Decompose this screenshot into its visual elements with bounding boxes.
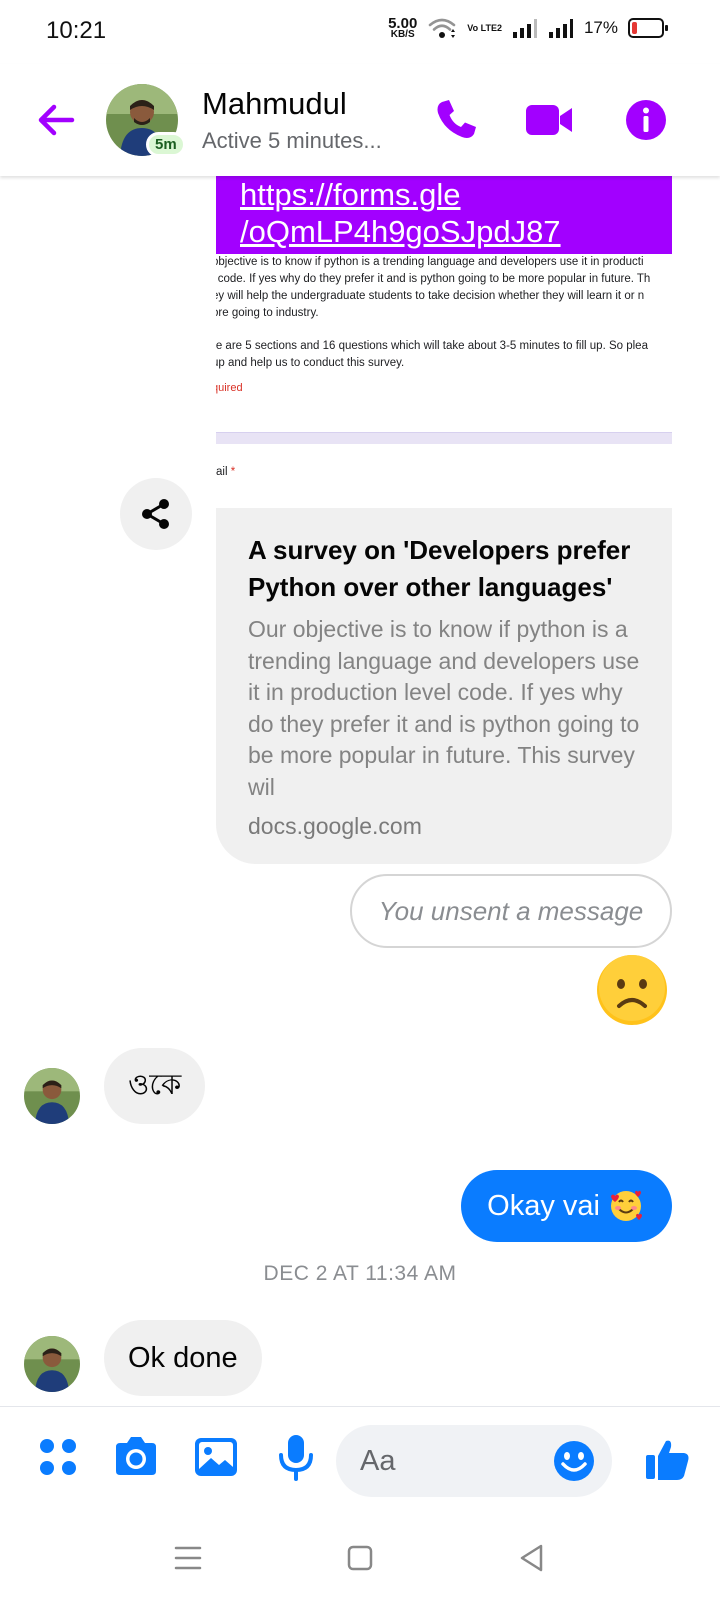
message-timestamp: DEC 2 AT 11:34 AM: [263, 1262, 457, 1285]
link-preview-domain: docs.google.com: [248, 813, 422, 839]
home-icon: [347, 1545, 373, 1571]
outgoing-message-text: Okay vai: [487, 1189, 600, 1222]
contact-name[interactable]: Mahmudul: [202, 86, 347, 122]
like-button[interactable]: [644, 1435, 692, 1483]
sad-face-emoji-icon: [597, 955, 667, 1025]
preview-line: ore going to industry.: [216, 307, 319, 319]
emoji-button[interactable]: [552, 1439, 596, 1483]
signal-icon-sim2: [548, 19, 573, 38]
message-composer: [0, 1406, 720, 1514]
active-status: Active 5 minutes...: [202, 128, 382, 153]
battery-fill: [632, 22, 637, 34]
preview-line: l code. If yes why do they prefer it and…: [216, 273, 651, 285]
avatar-photo: [24, 1336, 80, 1392]
share-button[interactable]: [120, 478, 192, 550]
preview-required-label: quired: [216, 382, 243, 394]
preview-divider: [216, 432, 672, 444]
info-icon: [626, 100, 666, 140]
status-time: 10:21: [46, 17, 107, 44]
network-speed-value: 5.00: [388, 14, 418, 32]
thumbs-up-icon: [646, 1440, 689, 1480]
microphone-icon: [279, 1435, 313, 1481]
more-actions-button[interactable]: [32, 1431, 84, 1483]
active-time-badge: 5m: [146, 132, 186, 157]
link-preview-card[interactable]: A survey on 'Developers prefer Python ov…: [216, 508, 672, 864]
home-button[interactable]: [338, 1536, 382, 1580]
link-preview-description: Our objective is to know if python is a …: [248, 616, 640, 800]
emoji-icon: [554, 1441, 594, 1481]
volte-label: Vo LTE2: [467, 22, 502, 33]
preview-line: objective is to know if python is a tren…: [216, 256, 644, 268]
preview-line: up and help us to conduct this survey.: [216, 357, 405, 369]
recent-apps-icon: [174, 1546, 202, 1570]
voice-message-button[interactable]: [270, 1431, 322, 1483]
volte-text: Vo LTE2: [467, 22, 502, 33]
incoming-message-bubble[interactable]: ওকে: [104, 1048, 206, 1124]
battery-icon: [628, 18, 668, 38]
link-text-line1[interactable]: https://forms.gle: [240, 176, 648, 213]
status-icons: 5.00 KB/S Vo LTE2 17%: [388, 14, 668, 41]
status-bar: 10:21 5.00 KB/S Vo LTE2 17%: [0, 0, 720, 64]
avatar-photo: [24, 1068, 80, 1124]
network-speed: 5.00 KB/S: [388, 14, 418, 41]
preview-gap: [216, 322, 672, 338]
conversation-info-button[interactable]: [620, 94, 672, 146]
contact-avatar-small[interactable]: [24, 1068, 80, 1124]
link-text-line2[interactable]: /oQmLP4h9goSJpdJ87: [240, 213, 648, 250]
preview-email-asterisk: *: [230, 466, 236, 478]
preview-line: ey will help the undergraduate students …: [216, 290, 645, 302]
recent-apps-button[interactable]: [166, 1536, 210, 1580]
back-arrow-icon: [38, 104, 75, 136]
preview-email-text: ail: [216, 466, 228, 478]
voice-call-button[interactable]: [430, 94, 482, 146]
network-speed-unit: KB/S: [390, 29, 415, 41]
link-message-bubble[interactable]: https://forms.gle /oQmLP4h9goSJpdJ87: [216, 176, 672, 254]
phone-icon: [437, 100, 476, 138]
system-navigation-bar: [0, 1514, 720, 1600]
outgoing-message-bubble[interactable]: Okay vai: [461, 1170, 672, 1242]
message-list[interactable]: https://forms.gle /oQmLP4h9goSJpdJ87 obj…: [0, 176, 720, 1406]
link-preview-image[interactable]: objective is to know if python is a tren…: [216, 254, 672, 494]
link-preview-title: A survey on 'Developers prefer Python ov…: [248, 535, 631, 602]
back-button[interactable]: [32, 96, 80, 144]
camera-button[interactable]: [110, 1431, 162, 1483]
camera-icon: [116, 1437, 156, 1475]
video-camera-icon: [526, 105, 572, 135]
smiling-face-with-hearts-emoji-icon: [611, 1190, 642, 1221]
gallery-icon: [195, 1438, 237, 1476]
gallery-button[interactable]: [190, 1431, 242, 1483]
unsent-message-bubble[interactable]: You unsent a message: [350, 874, 672, 948]
sad-face-emoji-message[interactable]: [596, 954, 668, 1026]
incoming-message-bubble[interactable]: Ok done: [104, 1320, 262, 1396]
contact-avatar-small[interactable]: [24, 1336, 80, 1392]
signal-icon-sim1: [512, 19, 537, 38]
system-back-button[interactable]: [510, 1536, 554, 1580]
menu-dots-icon: [40, 1439, 76, 1475]
battery-percent: 17%: [583, 18, 618, 37]
preview-line: re are 5 sections and 16 questions which…: [216, 340, 648, 352]
conversation-header: 5m Mahmudul Active 5 minutes...: [0, 64, 720, 176]
video-call-button[interactable]: [524, 94, 576, 146]
share-icon: [142, 499, 169, 529]
preview-email-label: ail *: [216, 466, 235, 478]
wifi-icon: [428, 18, 456, 38]
back-icon: [520, 1544, 543, 1572]
